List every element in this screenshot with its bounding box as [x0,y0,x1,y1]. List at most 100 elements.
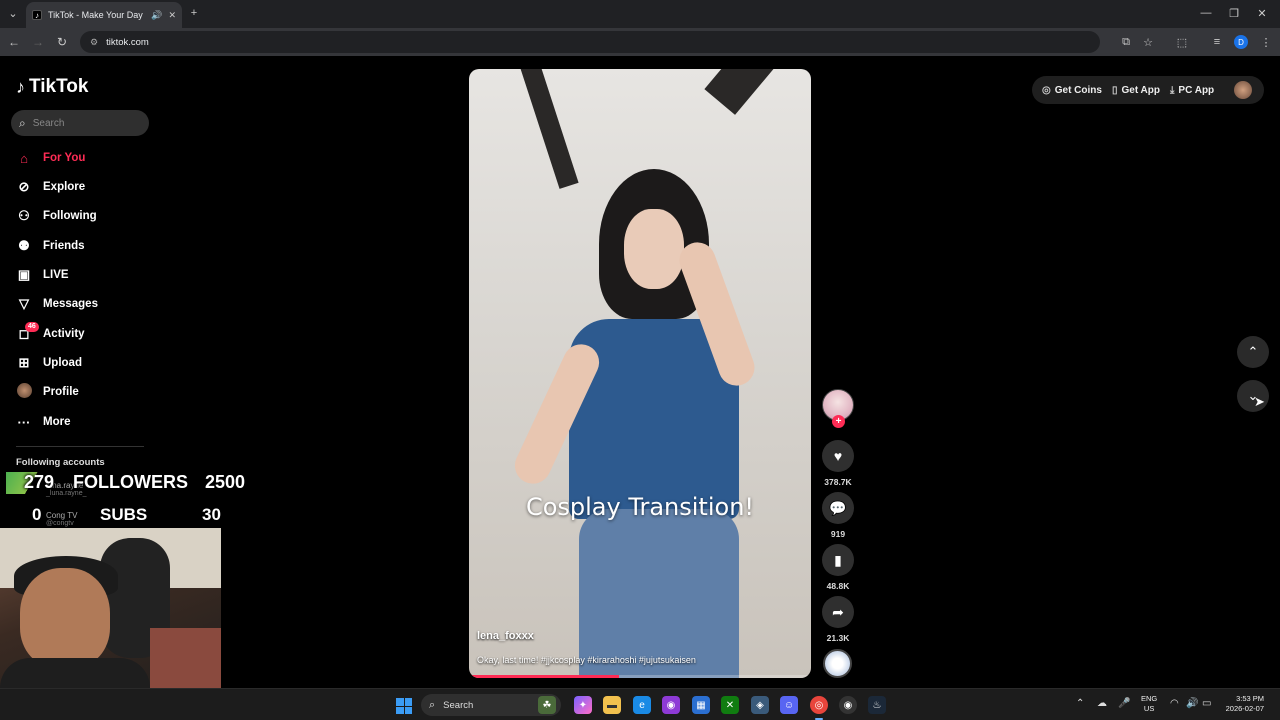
follow-plus-icon[interactable]: + [832,415,845,428]
sidebar-item-upload[interactable]: ⊞ Upload [16,353,82,373]
get-coins-button[interactable]: ◎ Get Coins [1042,85,1102,96]
get-app-label: Get App [1121,84,1160,96]
onedrive-icon[interactable]: ☁ [1097,698,1107,709]
heart-icon: ♥ [833,448,843,464]
like-button[interactable]: ♥ [822,440,854,472]
app-icon[interactable]: ◉ [662,696,680,714]
video-author[interactable]: lena_foxxx [477,630,534,642]
video-caption[interactable]: Okay, last time! #jjkcosplay #kirarahosh… [477,655,696,665]
browser-tab-bar: ⌄ ♪ TikTok - Make Your Day 🔊 ✕ + — ❐ ✕ [0,0,1280,28]
file-explorer-icon[interactable]: ▬ [603,696,621,714]
sidebar-item-friends[interactable]: ⚉ Friends [16,236,85,256]
tiktok-note-icon: ♪ [16,76,25,97]
restore-icon[interactable]: ❐ [1226,5,1242,21]
minimize-icon[interactable]: — [1198,5,1214,21]
following-account-item[interactable]: Cong TV @congtv [46,511,77,527]
system-clock[interactable]: 3:53 PM 2026-02-07 [1222,694,1264,714]
sidebar-search-input[interactable]: ⌕ Search [11,110,149,136]
share-button[interactable]: ➦ [822,596,854,628]
sidebar-item-more[interactable]: ··· More [16,412,71,432]
site-info-icon[interactable]: ⚙ [90,37,98,48]
previous-video-button[interactable]: ⌃ [1237,336,1269,368]
browser-tab[interactable]: ♪ TikTok - Make Your Day 🔊 ✕ [26,2,182,28]
battery-icon[interactable]: ▭ [1202,698,1211,709]
browser-menu-icon[interactable]: ⋮ [1258,34,1274,50]
live-icon: ▣ [17,267,31,282]
friends-icon: ⚉ [18,238,30,253]
speaker-icon[interactable]: 🔊 [151,10,162,21]
get-app-button[interactable]: ▯ Get App [1112,85,1160,96]
video-subject-jeans [579,509,739,678]
tab-close-icon[interactable]: ✕ [168,10,176,21]
browser-profile-avatar[interactable]: D [1234,35,1248,49]
sidebar-item-explore[interactable]: ⊘ Explore [16,177,86,197]
like-count: 378.7K [824,477,852,487]
extensions-icon[interactable]: ⬚ [1174,34,1190,50]
discord-icon[interactable]: ☺ [780,696,798,714]
webcam-face [20,568,110,668]
tray-overflow-icon[interactable]: ⌃ [1076,698,1084,709]
tiktok-logo[interactable]: ♪ TikTok [16,76,88,98]
clock-time: 3:53 PM [1236,694,1264,703]
app-icon[interactable]: ◈ [751,696,769,714]
address-bar[interactable]: ⚙ tiktok.com [80,31,1100,53]
sidebar-item-profile[interactable]: Profile [16,382,79,402]
bookmark-star-icon[interactable]: ☆ [1140,34,1156,50]
store-icon[interactable]: ▦ [692,696,710,714]
chevron-up-icon: ⌃ [1247,344,1259,359]
video-player[interactable]: Cosplay Transition! lena_foxxx Okay, las… [469,69,811,678]
install-app-icon[interactable]: ⧉ [1118,34,1134,50]
chrome-icon[interactable]: ◎ [810,696,828,714]
new-tab-icon[interactable]: + [186,5,202,21]
wifi-icon[interactable]: ◠ [1170,698,1179,709]
logo-text: TikTok [29,76,89,97]
widget-icon[interactable]: ☘ [538,696,556,714]
copilot-icon[interactable]: ✦ [574,696,592,714]
comment-count: 919 [830,529,846,539]
forward-icon[interactable]: → [30,34,46,50]
language-code: ENG [1141,694,1158,703]
avatar[interactable] [1234,81,1252,99]
sidebar-item-label: Messages [43,298,98,310]
save-button[interactable]: ▮ [822,544,854,576]
save-count: 48.8K [826,581,850,591]
clock-date: 2026-02-07 [1225,704,1264,713]
mouse-cursor-icon: ➤ [1254,394,1265,409]
tiktok-favicon-icon: ♪ [32,10,42,20]
reload-icon[interactable]: ↻ [54,34,70,50]
subs-goal: 30 [202,505,221,524]
video-ceiling-light [704,69,774,115]
language-indicator[interactable]: ENG US [1141,694,1157,714]
tab-list-icon[interactable]: ⌄ [5,5,21,21]
microphone-icon[interactable]: 🎤 [1118,698,1130,709]
volume-icon[interactable]: 🔊 [1186,698,1198,709]
video-subject-face [624,209,684,289]
avatar [16,383,32,401]
edge-icon[interactable]: e [633,696,651,714]
get-coins-label: Get Coins [1054,84,1102,96]
sidebar-item-for-you[interactable]: ⌂ For You [16,148,85,168]
xbox-icon[interactable]: ✕ [721,696,739,714]
region-code: US [1143,704,1155,713]
sidebar-item-label: Friends [43,240,85,252]
window-close-icon[interactable]: ✕ [1254,5,1270,21]
steam-icon[interactable]: ♨ [868,696,886,714]
pc-app-button[interactable]: ⤓ PC App [1170,85,1214,96]
video-overlay-text: Cosplay Transition! [525,493,755,521]
search-icon: ⌕ [19,115,26,130]
sidebar-item-live[interactable]: ▣ LIVE [16,265,69,285]
sidebar-item-activity[interactable]: ◻ 46 Activity [16,322,85,344]
media-controls-icon[interactable]: ≡ [1209,34,1225,50]
phone-icon: ▯ [1111,84,1118,96]
obs-icon[interactable]: ◉ [839,696,857,714]
sidebar-item-messages[interactable]: ▽ Messages [16,294,98,314]
followers-goal: 2500 [205,472,246,492]
windows-start-icon[interactable] [396,698,412,714]
download-icon: ⤓ [1170,84,1175,96]
sidebar-item-following[interactable]: ⚇ Following [16,206,96,226]
comment-button[interactable]: 💬 [822,492,854,524]
video-progress-bar[interactable] [469,675,620,678]
music-disc-icon[interactable] [823,649,852,678]
windows-taskbar: ⌕ Search ☘ ✦ ▬ e ◉ ▦ ✕ ◈ ☺ ◎ ◉ ♨ ⌃ ☁ 🎤 E… [0,688,1280,720]
back-icon[interactable]: ← [6,34,22,50]
